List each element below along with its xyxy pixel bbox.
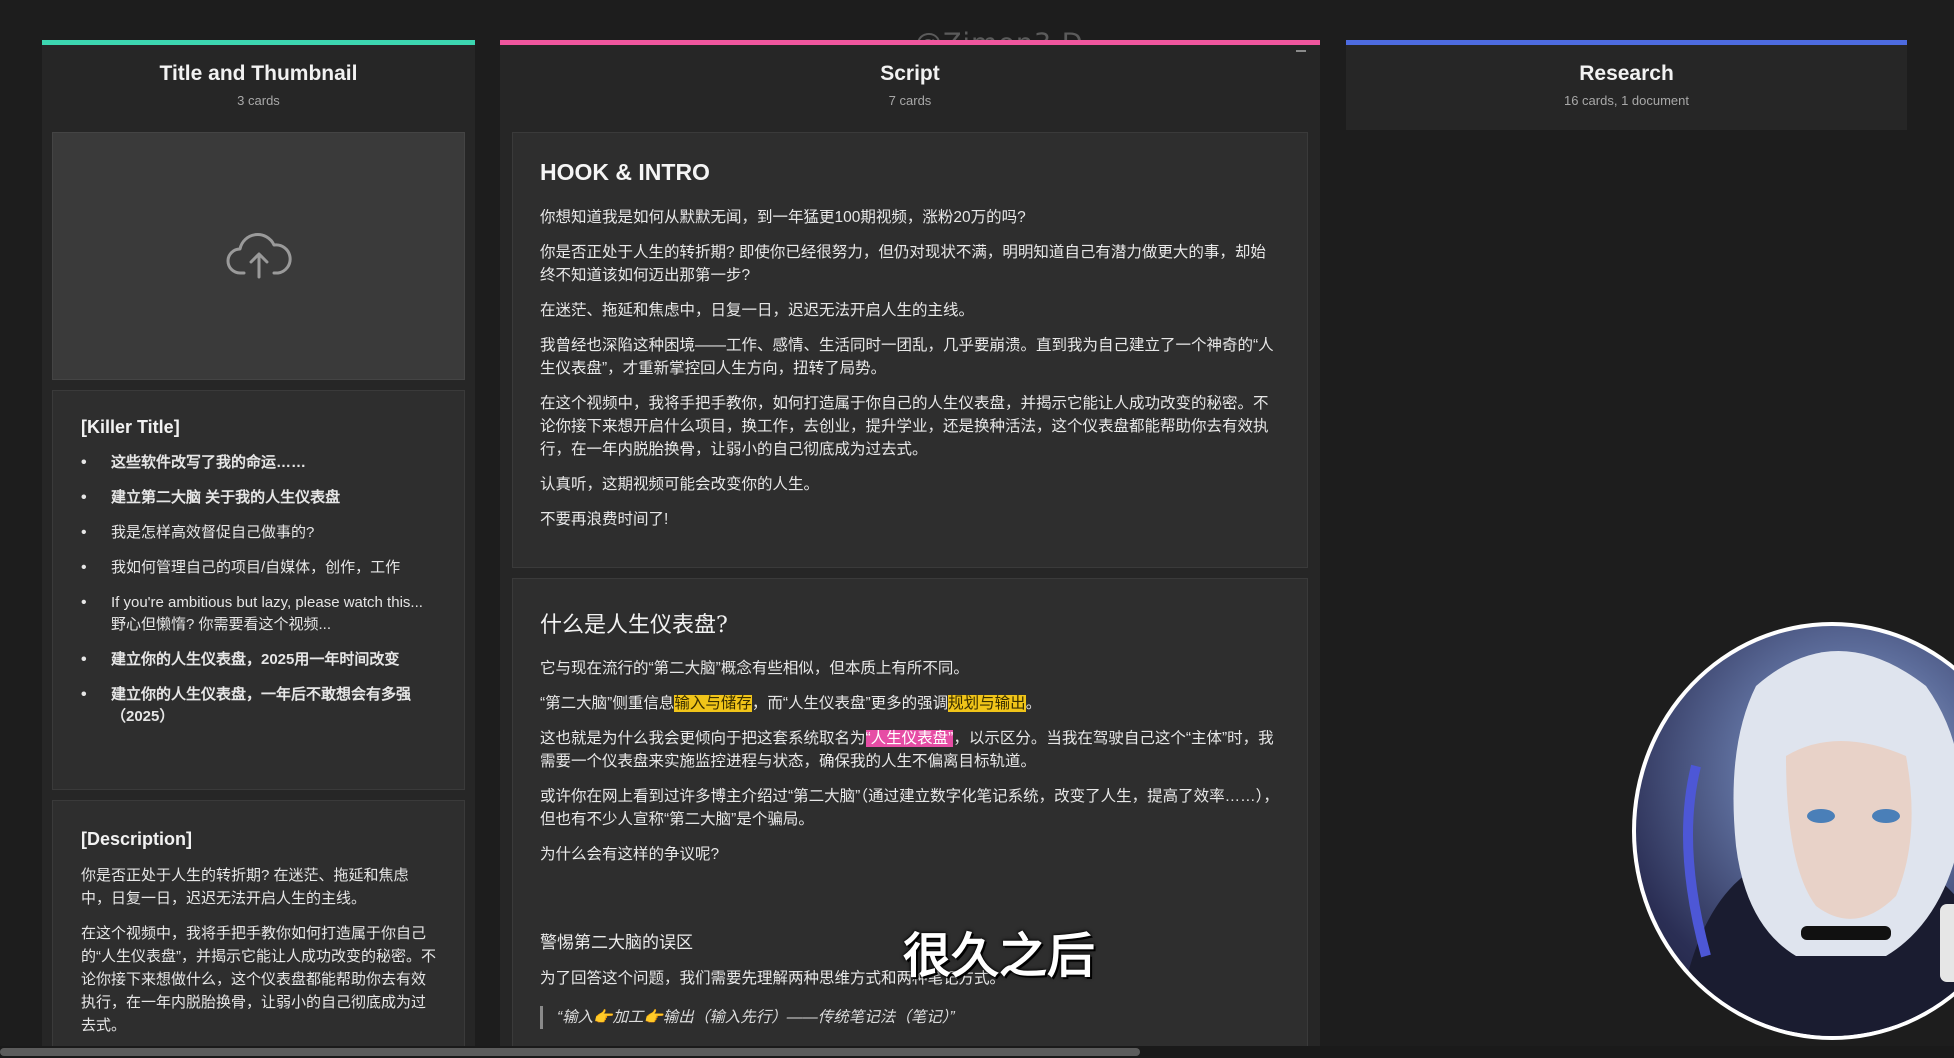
column-header[interactable]: Script 7 cards: [500, 45, 1320, 125]
list-item-text: 这些软件改写了我的命运……: [111, 454, 307, 471]
list-item: 这些软件改写了我的命运……: [81, 452, 436, 474]
list-item-text: 我如何管理自己的项目/自媒体，创作，工作: [111, 559, 401, 576]
card-heading: [Killer Title]: [81, 417, 180, 437]
highlight-pink: “人生仪表盘”: [865, 730, 954, 747]
blockquote: “输入👉加工👉输出（输入先行）——传统笔记法（笔记）”: [540, 1006, 1281, 1029]
description-paragraph: 在这个视频中，我将手把手教你如何打造属于你自己的“人生仪表盘”，并揭示它能让人成…: [81, 925, 436, 1034]
avatar-image: [1636, 626, 1954, 1036]
killer-title-list: 这些软件改写了我的命运…… 建立第二大脑 关于我的人生仪表盘 我是怎样高效督促自…: [81, 452, 436, 728]
card-heading: HOOK & INTRO: [540, 159, 710, 185]
card-heading: 什么是人生仪表盘?: [540, 613, 728, 638]
description-card[interactable]: [Description] 你是否正处于人生的转折期? 在迷茫、拖延和焦虑中，日…: [52, 800, 465, 1058]
text-run: 。: [1025, 695, 1042, 712]
script-paragraph: 它与现在流行的“第二大脑”概念有些相似，但本质上有所不同。: [540, 660, 969, 677]
hook-intro-card[interactable]: HOOK & INTRO 你想知道我是如何从默默无闻，到一年猛更100期视频，涨…: [512, 132, 1308, 568]
scrollbar-thumb[interactable]: [0, 1048, 1140, 1056]
list-item: 建立第二大脑 关于我的人生仪表盘: [81, 487, 436, 509]
what-is-dashboard-card[interactable]: 什么是人生仪表盘? 它与现在流行的“第二大脑”概念有些相似，但本质上有所不同。 …: [512, 578, 1308, 1058]
column-research[interactable]: Research 16 cards, 1 document: [1346, 40, 1907, 130]
video-subtitle: 很久之后: [903, 930, 1096, 983]
script-paragraph: 认真听，这期视频可能会改变你的人生。: [540, 476, 820, 493]
column-title: Title and Thumbnail: [159, 62, 358, 85]
column-title: Script: [880, 62, 940, 85]
script-paragraph: 不要再浪费时间了!: [540, 511, 669, 528]
column-title-and-thumbnail[interactable]: Title and Thumbnail 3 cards [Killer Titl…: [42, 40, 475, 1058]
list-item: If you're ambitious but lazy, please wat…: [81, 592, 436, 636]
card-heading: [Description]: [81, 829, 193, 849]
avatar-figure: [1676, 651, 1954, 1036]
thumbnail-upload-card[interactable]: [52, 132, 465, 380]
script-paragraph: 在迷茫、拖延和焦虑中，日复一日，迟迟无法开启人生的主线。: [540, 302, 975, 319]
column-card-count: 16 cards, 1 document: [1563, 93, 1690, 108]
list-item: 我如何管理自己的项目/自媒体，创作，工作: [81, 557, 436, 579]
list-item-text: 建立第二大脑 关于我的人生仪表盘: [111, 489, 341, 506]
script-paragraph: 在这个视频中，我将手把手教你，如何打造属于你自己的人生仪表盘，并揭示它能让人成功…: [540, 395, 1269, 458]
script-paragraph: 这也就是为什么我会更倾向于把这套系统取名为“人生仪表盘”，以示区分。当我在驾驶自…: [540, 727, 1281, 773]
text-run: ，而“人生仪表盘”更多的强调: [751, 695, 949, 712]
highlight-yellow: 规划与输出: [948, 695, 1026, 712]
killer-title-card[interactable]: [Killer Title] 这些软件改写了我的命运…… 建立第二大脑 关于我的…: [52, 390, 465, 790]
list-item-text: 建立你的人生仪表盘，2025用一年时间改变: [111, 651, 400, 668]
script-paragraph: 你想知道我是如何从默默无闻，到一年猛更100期视频，涨粉20万的吗?: [540, 209, 1026, 226]
text-run: “第二大脑”侧重信息: [540, 695, 675, 712]
list-item-text: If you're ambitious but lazy, please wat…: [111, 594, 423, 611]
column-script[interactable]: Script 7 cards HOOK & INTRO 你想知道我是如何从默默无…: [500, 40, 1320, 1058]
script-paragraph: 你是否正处于人生的转折期? 即使你已经很努力，但仍对现状不满，明明知道自己有潜力…: [540, 244, 1266, 284]
script-paragraph: 或许你在网上看到过许多博主介绍过“第二大脑”（通过建立数字化笔记系统，改变了人生…: [540, 788, 1279, 828]
webcam-avatar: [1632, 622, 1954, 1040]
list-item: 建立你的人生仪表盘，2025用一年时间改变: [81, 649, 436, 671]
description-paragraph: 你是否正处于人生的转折期? 在迷茫、拖延和焦虑中，日复一日，迟迟无法开启人生的主…: [81, 867, 409, 907]
text-run: 这也就是为什么我会更倾向于把这套系统取名为: [540, 730, 866, 747]
list-item-text: 我是怎样高效督促自己做事的?: [111, 524, 315, 541]
column-header[interactable]: Research 16 cards, 1 document: [1346, 45, 1907, 125]
list-item: 建立你的人生仪表盘，一年后不敢想会有多强（2025）: [81, 684, 436, 728]
column-card-count: 7 cards: [888, 93, 932, 108]
script-paragraph: “第二大脑”侧重信息输入与储存，而“人生仪表盘”更多的强调规划与输出。: [540, 692, 1281, 715]
column-header[interactable]: Title and Thumbnail 3 cards: [42, 45, 475, 125]
list-item: 我是怎样高效督促自己做事的?: [81, 522, 436, 544]
script-paragraph: 我曾经也深陷这种困境——工作、感情、生活同时一团乱，几乎要崩溃。直到我为自己建立…: [540, 337, 1274, 377]
list-item-text: 建立你的人生仪表盘，一年后不敢想会有多强（2025）: [111, 686, 412, 725]
script-paragraph: 为什么会有这样的争议呢?: [540, 846, 720, 863]
cloud-upload-icon: [226, 233, 292, 279]
list-item-subtext: 野心但懒惰? 你需要看这个视频...: [111, 616, 332, 633]
column-card-count: 3 cards: [237, 93, 280, 108]
horizontal-scrollbar[interactable]: [0, 1046, 1954, 1058]
side-panel-tab[interactable]: [1940, 904, 1954, 982]
highlight-yellow: 输入与储存: [674, 695, 752, 712]
column-title: Research: [1579, 62, 1674, 85]
